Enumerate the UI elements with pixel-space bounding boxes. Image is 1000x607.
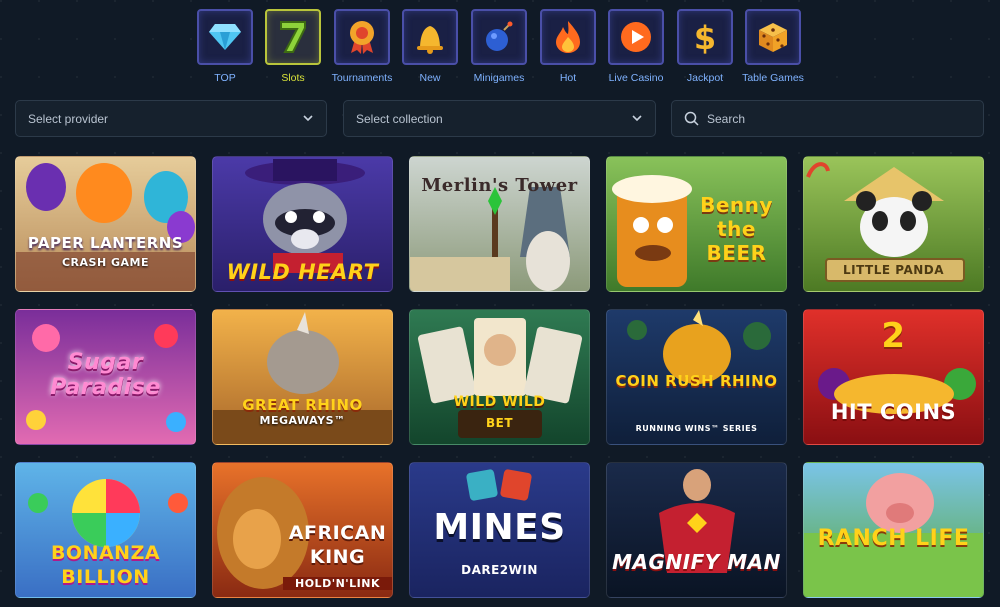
- game-title: Merlin's Tower: [421, 175, 578, 196]
- game-subtitle: HOLD'N'LINK: [283, 577, 392, 590]
- game-subtitle: 2: [881, 316, 906, 356]
- game-tile-sugar-paradise[interactable]: Sugar Paradise: [15, 309, 196, 445]
- category-label: Tournaments: [331, 72, 393, 84]
- game-title: Benny the BEER: [700, 193, 773, 265]
- category-label: New: [419, 72, 441, 84]
- game-tile-merlins-tower[interactable]: Merlin's Tower: [409, 156, 590, 292]
- chevron-down-icon: [632, 115, 642, 122]
- category-nav: TOP Slots Tournaments New Minigames Hot …: [0, 9, 1000, 89]
- game-tile-mines[interactable]: MINES DARE2WIN: [409, 462, 590, 598]
- category-label: Live Casino: [608, 72, 664, 84]
- game-title: HIT COINS: [830, 400, 957, 424]
- category-top[interactable]: TOP: [187, 9, 263, 84]
- dollar-icon: $: [694, 19, 716, 56]
- category-label: Table Games: [742, 72, 804, 84]
- seven-icon: [280, 21, 306, 53]
- search-input[interactable]: Search: [671, 100, 984, 137]
- game-tile-magnify-man[interactable]: MAGNIFY MAN: [606, 462, 787, 598]
- game-title: MAGNIFY MAN: [612, 550, 781, 574]
- dice-icon: [759, 23, 787, 52]
- category-label: Hot: [559, 72, 577, 84]
- game-subtitle: BET: [485, 416, 514, 430]
- search-placeholder: Search: [707, 111, 746, 126]
- game-tile-benny-the-beer[interactable]: Benny the BEER: [606, 156, 787, 292]
- category-label: Minigames: [473, 72, 525, 84]
- category-hot[interactable]: Hot: [530, 9, 606, 84]
- game-tile-great-rhino[interactable]: GREAT RHINO MEGAWAYS™: [212, 309, 393, 445]
- search-icon: [684, 111, 699, 126]
- game-tile-african-king[interactable]: AFRICAN KING HOLD'N'LINK: [212, 462, 393, 598]
- game-subtitle: CRASH GAME: [61, 256, 150, 269]
- category-table-games[interactable]: Table Games: [735, 9, 811, 84]
- game-title: LITTLE PANDA: [842, 263, 945, 277]
- bell-icon: [417, 26, 443, 54]
- game-tile-ranch-life[interactable]: RANCH LIFE: [803, 462, 984, 598]
- game-subtitle: MEGAWAYS™: [259, 414, 346, 427]
- medal-icon: [350, 21, 374, 54]
- game-title: Sugar Paradise: [50, 350, 161, 400]
- provider-select-label: Select provider: [28, 111, 109, 126]
- category-tournaments[interactable]: Tournaments: [324, 9, 400, 84]
- game-title: RANCH LIFE: [817, 526, 970, 551]
- game-subtitle: RUNNING WINS™ SERIES: [635, 424, 758, 433]
- category-label: Jackpot: [686, 72, 724, 84]
- game-tile-little-panda[interactable]: LITTLE PANDA: [803, 156, 984, 292]
- game-title: AFRICAN KING: [288, 522, 387, 568]
- game-tile-hit-coins[interactable]: 2 HIT COINS: [803, 309, 984, 445]
- game-art: [659, 469, 735, 573]
- game-tile-paper-lanterns[interactable]: PAPER LANTERNS CRASH GAME: [15, 156, 196, 292]
- game-title: GREAT RHINO: [242, 396, 363, 414]
- play-icon: [621, 22, 651, 52]
- game-subtitle: DARE2WIN: [461, 563, 538, 577]
- game-title: MINES: [433, 507, 566, 548]
- game-tile-bonanza-billion[interactable]: BONANZA BILLION: [15, 462, 196, 598]
- chevron-down-icon: [303, 115, 313, 122]
- category-label: TOP: [214, 72, 236, 84]
- game-title: PAPER LANTERNS: [27, 234, 184, 252]
- bomb-icon: [486, 21, 513, 51]
- game-title: WILD HEART: [226, 260, 379, 284]
- game-title: WILD WILD: [453, 394, 546, 410]
- collection-select-label: Select collection: [356, 111, 443, 126]
- category-jackpot[interactable]: $ Jackpot: [667, 9, 743, 84]
- category-live-casino[interactable]: Live Casino: [598, 9, 674, 84]
- category-minigames[interactable]: Minigames: [461, 9, 537, 84]
- game-title: COIN RUSH RHINO: [615, 372, 778, 390]
- game-title: BONANZA BILLION: [50, 542, 161, 588]
- category-new[interactable]: New: [392, 9, 468, 84]
- category-label: Slots: [281, 72, 305, 84]
- category-slots[interactable]: Slots: [255, 9, 331, 84]
- collection-select[interactable]: Select collection: [343, 100, 656, 137]
- game-tile-coin-rush-rhino[interactable]: COIN RUSH RHINO RUNNING WINS™ SERIES: [606, 309, 787, 445]
- flame-icon: [556, 21, 580, 53]
- svg-text:$: $: [694, 19, 716, 56]
- game-art: [16, 163, 195, 291]
- game-tile-wild-wild-bet[interactable]: WILD WILD BET: [409, 309, 590, 445]
- provider-select[interactable]: Select provider: [15, 100, 327, 137]
- game-tile-wild-heart[interactable]: WILD HEART: [212, 156, 393, 292]
- diamond-icon: [209, 24, 241, 50]
